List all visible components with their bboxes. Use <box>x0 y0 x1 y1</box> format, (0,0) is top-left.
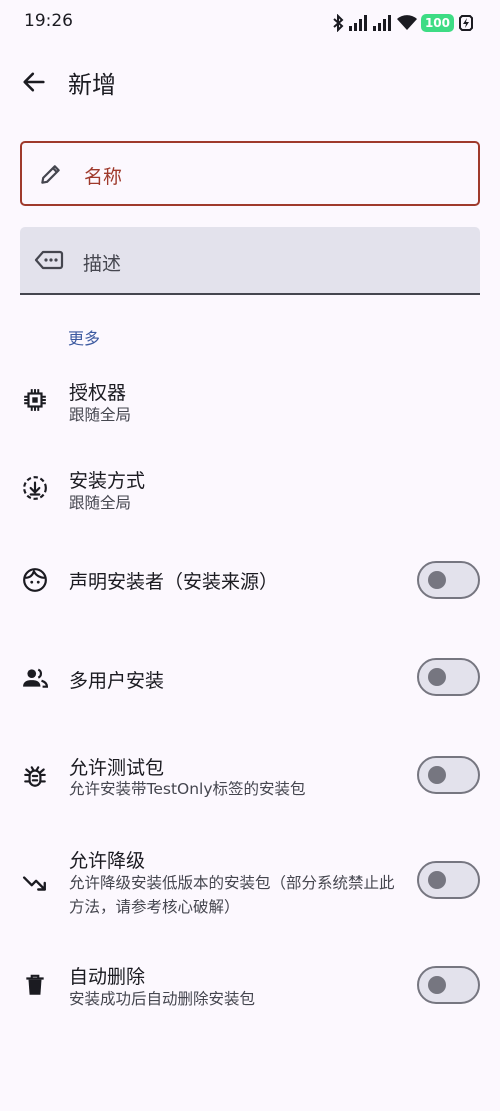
trending-down-icon <box>22 876 46 891</box>
setting-multi-user[interactable]: 多用户安装 <box>0 652 500 702</box>
status-time: 19:26 <box>24 11 73 31</box>
setting-title: 授权器 <box>69 382 127 404</box>
signal-icon <box>372 15 391 31</box>
setting-install-method[interactable]: 安装方式 跟随全局 <box>0 458 500 528</box>
bug-icon <box>24 766 46 787</box>
switch-knob <box>428 571 446 589</box>
setting-title: 声明安装者（安装来源） <box>69 571 279 593</box>
name-field[interactable]: 名称 <box>20 141 480 206</box>
label-tag-icon <box>34 250 64 270</box>
toggle-switch[interactable] <box>417 861 480 899</box>
wifi-icon <box>396 15 417 30</box>
pencil-icon <box>41 165 60 184</box>
install-download-icon <box>23 476 47 500</box>
setting-auto-delete[interactable]: 自动删除 安装成功后自动删除安装包 <box>0 955 500 1025</box>
status-icons: 100 <box>331 12 474 34</box>
battery-badge: 100 <box>420 14 454 32</box>
setting-title: 多用户安装 <box>69 670 165 692</box>
page-title: 新增 <box>68 71 116 99</box>
setting-subtitle: 跟随全局 <box>69 494 132 512</box>
chip-icon <box>24 389 46 411</box>
description-field[interactable]: 描述 <box>20 227 480 295</box>
bluetooth-icon <box>333 14 344 32</box>
signal-icon <box>348 15 367 31</box>
trash-icon <box>26 974 44 995</box>
switch-knob <box>428 871 446 889</box>
setting-title: 安装方式 <box>69 470 146 492</box>
people-icon <box>23 668 48 688</box>
top-app-bar: 新增 <box>0 56 500 108</box>
section-more-header: 更多 <box>68 329 101 348</box>
setting-subtitle: 允许安装带TestOnly标签的安装包 <box>69 780 306 798</box>
name-field-placeholder: 名称 <box>84 166 123 188</box>
setting-title: 允许降级 <box>69 850 146 872</box>
switch-knob <box>428 668 446 686</box>
back-arrow-icon[interactable] <box>20 68 48 96</box>
setting-allow-downgrade[interactable]: 允许降级 允许降级安装低版本的安装包（部分系统禁止此方法，请参考核心破解） <box>0 843 500 928</box>
setting-declare-installer[interactable]: 声明安装者（安装来源） <box>0 555 500 605</box>
setting-title: 自动删除 <box>69 966 146 988</box>
toggle-switch[interactable] <box>417 561 480 599</box>
setting-subtitle: 安装成功后自动删除安装包 <box>69 990 256 1008</box>
status-bar: 19:26 100 <box>0 0 500 46</box>
setting-title: 允许测试包 <box>69 757 165 779</box>
setting-allow-test-package[interactable]: 允许测试包 允许安装带TestOnly标签的安装包 <box>0 745 500 815</box>
switch-knob <box>428 976 446 994</box>
toggle-switch[interactable] <box>417 966 480 1004</box>
charging-icon <box>459 15 473 31</box>
setting-subtitle: 跟随全局 <box>69 406 132 424</box>
switch-knob <box>428 766 446 784</box>
setting-subtitle: 允许降级安装低版本的安装包（部分系统禁止此方法，请参考核心破解） <box>69 874 395 916</box>
setting-authorizer[interactable]: 授权器 跟随全局 <box>0 370 500 440</box>
description-field-placeholder: 描述 <box>83 253 122 275</box>
toggle-switch[interactable] <box>417 756 480 794</box>
toggle-switch[interactable] <box>417 658 480 696</box>
face-icon <box>23 568 47 592</box>
